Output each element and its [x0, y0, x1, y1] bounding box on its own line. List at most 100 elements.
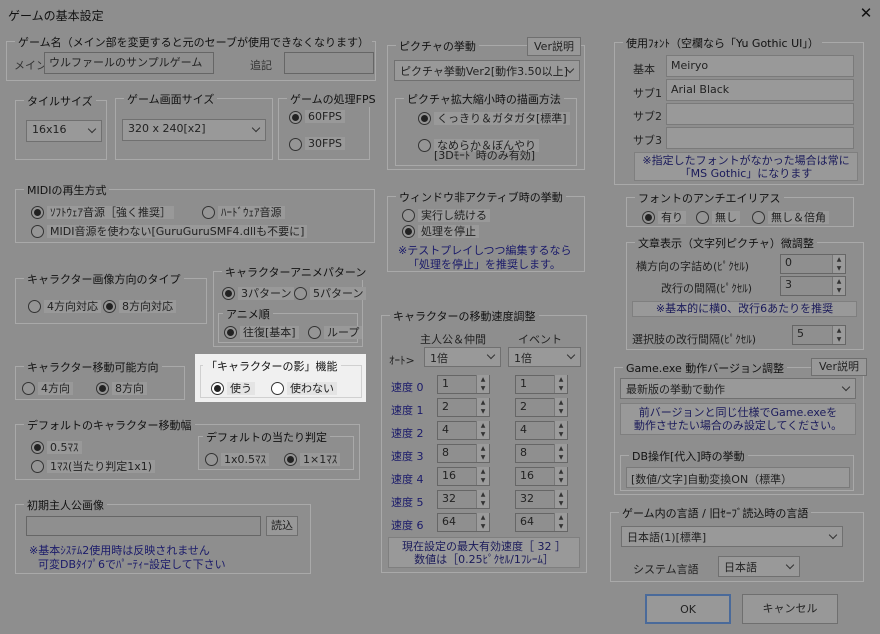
system-language-select[interactable]: 日本語 — [718, 556, 800, 577]
midi-software-radio[interactable]: ｿﾌﾄｳｪｱ音源［強く推奨］ — [31, 204, 174, 220]
fps-30-radio[interactable]: 30FPS — [289, 137, 345, 151]
spin-up-icon[interactable]: ▲ — [477, 513, 489, 522]
spin-up-icon[interactable]: ▲ — [833, 326, 845, 335]
spin-up-icon[interactable]: ▲ — [477, 444, 489, 453]
shadow-off-label: 使わない — [287, 382, 337, 395]
aa-off-radio[interactable]: 無し — [696, 209, 740, 225]
spin-down-icon[interactable]: ▼ — [833, 264, 845, 273]
spin-up-icon[interactable]: ▲ — [477, 421, 489, 430]
aa-on-radio[interactable]: 有り — [642, 209, 686, 225]
hero-load-button[interactable]: 読込 — [266, 516, 298, 536]
inactive-stop-radio[interactable]: 処理を停止 — [402, 223, 479, 239]
spin-down-icon[interactable]: ▼ — [477, 453, 489, 462]
spin-up-icon[interactable]: ▲ — [477, 375, 489, 384]
screen-size-select[interactable]: 320 x 240[x2] — [122, 119, 266, 141]
spin-down-icon[interactable]: ▼ — [477, 522, 489, 531]
speed-event-spinner[interactable]: ▲ ▼ — [554, 513, 567, 531]
font-sub1-input[interactable]: Arial Black — [666, 79, 854, 101]
speed-party-spinner[interactable]: ▲ ▼ — [476, 375, 489, 393]
tile-size-select[interactable]: 16x16 — [26, 120, 102, 142]
spin-down-icon[interactable]: ▼ — [555, 384, 567, 393]
main-name-input[interactable]: ウルファールのサンプルゲーム — [44, 52, 214, 74]
hero-image-input[interactable] — [26, 516, 261, 536]
font-sub3-input[interactable] — [666, 127, 854, 149]
speed-party-spinner[interactable]: ▲ ▼ — [476, 444, 489, 462]
shadow-off-radio[interactable]: 使わない — [271, 380, 337, 396]
spin-up-icon[interactable]: ▲ — [555, 375, 567, 384]
spin-down-icon[interactable]: ▼ — [555, 522, 567, 531]
cancel-button[interactable]: キャンセル — [742, 594, 838, 624]
spin-down-icon[interactable]: ▼ — [477, 499, 489, 508]
fps-60-radio[interactable]: 60FPS — [289, 110, 345, 124]
spin-up-icon[interactable]: ▲ — [555, 467, 567, 476]
picture-behavior-select[interactable]: ピクチャ挙動Ver2[動作3.50以上] — [394, 60, 580, 81]
choice-spacing-spinner[interactable]: ▲ ▼ — [832, 326, 845, 344]
speed-event-spinner[interactable]: ▲ ▼ — [554, 490, 567, 508]
speed-event-spinner[interactable]: ▲ ▼ — [554, 375, 567, 393]
spin-down-icon[interactable]: ▼ — [477, 384, 489, 393]
picture-help-button[interactable]: Ver説明 — [527, 37, 581, 56]
h-spacing-spinner[interactable]: ▲ ▼ — [832, 255, 845, 273]
exe-version-select[interactable]: 最新版の挙動で動作 — [620, 378, 856, 399]
midi-hardware-radio[interactable]: ﾊｰﾄﾞｳｪｱ音源 — [202, 204, 285, 220]
spin-up-icon[interactable]: ▲ — [833, 255, 845, 264]
font-base-input[interactable]: Meiryo — [666, 55, 854, 77]
language-select[interactable]: 日本語(1)[標準] — [621, 526, 843, 547]
spin-down-icon[interactable]: ▼ — [555, 407, 567, 416]
font-sub2-input[interactable] — [666, 103, 854, 125]
sub-name-input[interactable] — [284, 52, 374, 74]
linefeed-spinner[interactable]: ▲ ▼ — [832, 277, 845, 295]
aa-off-double-radio[interactable]: 無し＆倍角 — [752, 209, 829, 225]
db-op-select[interactable]: [数値/文字]自動変換ON（標準） — [626, 467, 850, 488]
spin-up-icon[interactable]: ▲ — [477, 490, 489, 499]
spin-down-icon[interactable]: ▼ — [555, 453, 567, 462]
anim-order-loop-radio[interactable]: ループ — [308, 324, 363, 340]
inactive-continue-radio[interactable]: 実行し続ける — [402, 207, 490, 223]
anim-order-roundtrip-radio[interactable]: 往復[基本] — [224, 324, 299, 340]
spin-down-icon[interactable]: ▼ — [833, 286, 845, 295]
hit-half-radio[interactable]: 1x0.5ﾏｽ — [205, 451, 270, 467]
anim-3-label: 3パターン — [238, 287, 295, 300]
speed-party-spinner[interactable]: ▲ ▼ — [476, 467, 489, 485]
spin-down-icon[interactable]: ▼ — [477, 430, 489, 439]
spin-up-icon[interactable]: ▲ — [555, 490, 567, 499]
hit-one-radio[interactable]: 1×1ﾏｽ — [284, 451, 341, 467]
speed-event-spinner[interactable]: ▲ ▼ — [554, 421, 567, 439]
spin-up-icon[interactable]: ▲ — [477, 467, 489, 476]
speed-party-spinner[interactable]: ▲ ▼ — [476, 421, 489, 439]
move-dir-8-radio[interactable]: 8方向 — [96, 380, 147, 396]
spin-up-icon[interactable]: ▲ — [477, 398, 489, 407]
spin-up-icon[interactable]: ▲ — [555, 513, 567, 522]
speed-party-spinner[interactable]: ▲ ▼ — [476, 513, 489, 531]
spin-down-icon[interactable]: ▼ — [555, 476, 567, 485]
close-icon[interactable]: ✕ — [857, 4, 875, 22]
speed-auto-event-select[interactable]: 1倍 — [508, 347, 581, 367]
anim-5-radio[interactable]: 5パターン — [294, 285, 367, 301]
spin-down-icon[interactable]: ▼ — [555, 430, 567, 439]
char-dir-4-radio[interactable]: 4方向対応 — [28, 298, 101, 314]
speed-event-spinner[interactable]: ▲ ▼ — [554, 467, 567, 485]
spin-down-icon[interactable]: ▼ — [833, 335, 845, 344]
move-width-one-radio[interactable]: 1ﾏｽ(当たり判定1x1) — [31, 458, 156, 474]
midi-none-radio[interactable]: MIDI音源を使わない[GuruGuruSMF4.dllも不要に] — [31, 223, 308, 239]
speed-event-spinner[interactable]: ▲ ▼ — [554, 444, 567, 462]
spin-down-icon[interactable]: ▼ — [477, 407, 489, 416]
char-dir-8-radio[interactable]: 8方向対応 — [103, 298, 176, 314]
anim-3-radio[interactable]: 3パターン — [222, 285, 295, 301]
move-dir-4-radio[interactable]: 4方向 — [22, 380, 73, 396]
spin-up-icon[interactable]: ▲ — [555, 421, 567, 430]
scale-sharp-radio[interactable]: くっきり＆ガタガタ[標準] — [418, 110, 570, 126]
speed-party-spinner[interactable]: ▲ ▼ — [476, 398, 489, 416]
speed-auto-party-select[interactable]: 1倍 — [424, 347, 501, 367]
speed-event-spinner[interactable]: ▲ ▼ — [554, 398, 567, 416]
ok-button[interactable]: OK — [645, 594, 731, 624]
spin-down-icon[interactable]: ▼ — [555, 499, 567, 508]
spin-up-icon[interactable]: ▲ — [555, 398, 567, 407]
shadow-on-radio[interactable]: 使う — [211, 380, 255, 396]
spin-down-icon[interactable]: ▼ — [477, 476, 489, 485]
speed-party-spinner[interactable]: ▲ ▼ — [476, 490, 489, 508]
spin-up-icon[interactable]: ▲ — [833, 277, 845, 286]
move-width-half-radio[interactable]: 0.5ﾏｽ — [31, 439, 82, 455]
exe-help-button[interactable]: Ver説明 — [811, 358, 867, 376]
spin-up-icon[interactable]: ▲ — [555, 444, 567, 453]
